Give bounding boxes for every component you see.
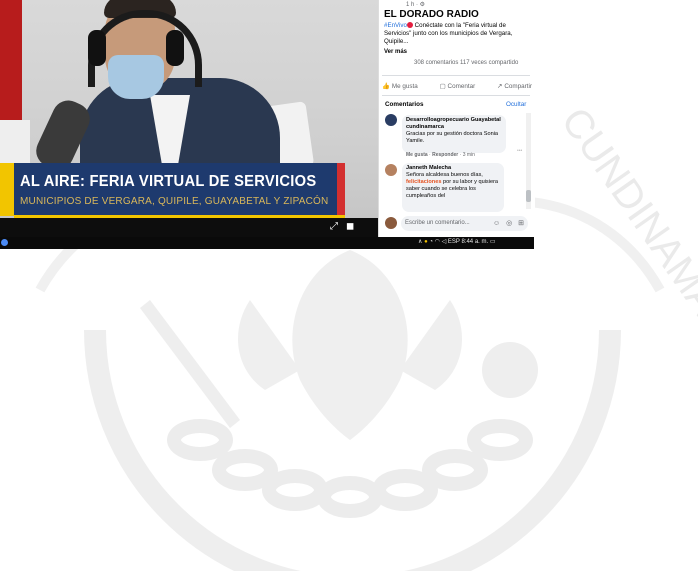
post-time: 1 h · ⚙ [406, 2, 426, 8]
lower-third-yellow-accent [0, 163, 14, 216]
post-stats[interactable]: 308 comentarios 117 veces compartido [414, 60, 518, 66]
expand-icon[interactable]: ⤢ [330, 221, 338, 232]
video-controls-bar [0, 218, 378, 237]
comment-highlight: felicitaciones [406, 179, 442, 185]
comment-button[interactable]: ▢ Comentar [440, 80, 476, 92]
avatar[interactable] [385, 114, 397, 126]
avatar[interactable] [385, 164, 397, 176]
miniplayer-icon[interactable]: ◼ [346, 221, 354, 232]
lower-third-subtitle: MUNICIPIOS DE VERGARA, QUIPILE, GUAYABET… [20, 196, 329, 207]
share-button[interactable]: ↗ Compartir [497, 80, 532, 92]
comment-placeholder: Escribe un comentario... [405, 220, 470, 226]
notifications-icon[interactable]: ▭ [490, 239, 496, 245]
hide-comments-link[interactable]: Ocultar [506, 101, 526, 108]
page-name-link[interactable]: EL DORADO RADIO [384, 9, 479, 20]
comments-header: Comentarios [385, 101, 424, 108]
comment-author[interactable]: Janneth Malecha [406, 165, 500, 172]
divider [382, 95, 530, 96]
like-button[interactable]: 👍 Me gusta [382, 80, 418, 92]
divider [382, 75, 530, 76]
comment-bubble: Desarrolloagropecuario Guayabetal cundin… [402, 115, 506, 153]
thumbs-up-icon: 👍 [382, 83, 390, 90]
hashtag-link[interactable]: #EnVivo [384, 22, 407, 29]
share-label: Compartir [504, 82, 532, 90]
tray-expand-icon[interactable]: ∧ [418, 239, 422, 245]
comment-text-part: Señora alcaldesa buenos días, [406, 172, 483, 178]
headphone-earcup [166, 30, 184, 66]
system-tray: ∧ ● ◔ ◠ ◁ ESP 8:44 a. m. ▭ [418, 238, 496, 245]
wifi-icon[interactable]: ◠ [435, 239, 440, 245]
options-dots-icon[interactable]: ••• [517, 148, 522, 154]
comment-meta: Me gusta · Responder · 3 min [406, 152, 475, 158]
volume-icon[interactable]: ◁ [442, 239, 447, 245]
comment-reply-link[interactable]: Responder [432, 152, 458, 158]
avatar [385, 217, 397, 229]
network-icon[interactable]: ◔ [429, 239, 433, 245]
comment-label: Comentar [447, 82, 476, 90]
post-text: #EnVivo Conéctate con la "Feria virtual … [384, 22, 530, 46]
comment-like-link[interactable]: Me gusta [406, 152, 428, 158]
comment-text: Señora alcaldesa buenos días, felicitaci… [406, 172, 500, 200]
lower-third-title: AL AIRE: FERIA VIRTUAL DE SERVICIOS [20, 173, 317, 190]
language-indicator[interactable]: ESP [448, 239, 460, 245]
emoji-gif-sticker-icons[interactable]: ☺ ◎ ⊞ [493, 219, 526, 227]
comment-icon: ▢ [439, 82, 446, 90]
see-more-link[interactable]: Ver más [384, 49, 407, 55]
comment-bubble: Janneth Malecha Señora alcaldesa buenos … [402, 163, 504, 212]
comment-author[interactable]: Desarrolloagropecuario Guayabetal cundin… [406, 117, 502, 131]
lower-third-red-accent [337, 163, 345, 216]
clock[interactable]: 8:44 a. m. [461, 239, 488, 245]
scrollbar-thumb[interactable] [526, 190, 531, 202]
share-icon: ↗ [497, 82, 503, 90]
post-actions: 👍 Me gusta ▢ Comentar ↗ Compartir [382, 80, 532, 92]
like-label: Me gusta [391, 82, 418, 90]
norton-icon[interactable]: ● [424, 239, 428, 245]
headphone-earcup [88, 30, 106, 66]
comment-text: Gracias por su gestión doctora Sonia Yam… [406, 131, 499, 144]
comment-time: 3 min [462, 152, 475, 158]
chrome-icon[interactable] [1, 239, 8, 246]
